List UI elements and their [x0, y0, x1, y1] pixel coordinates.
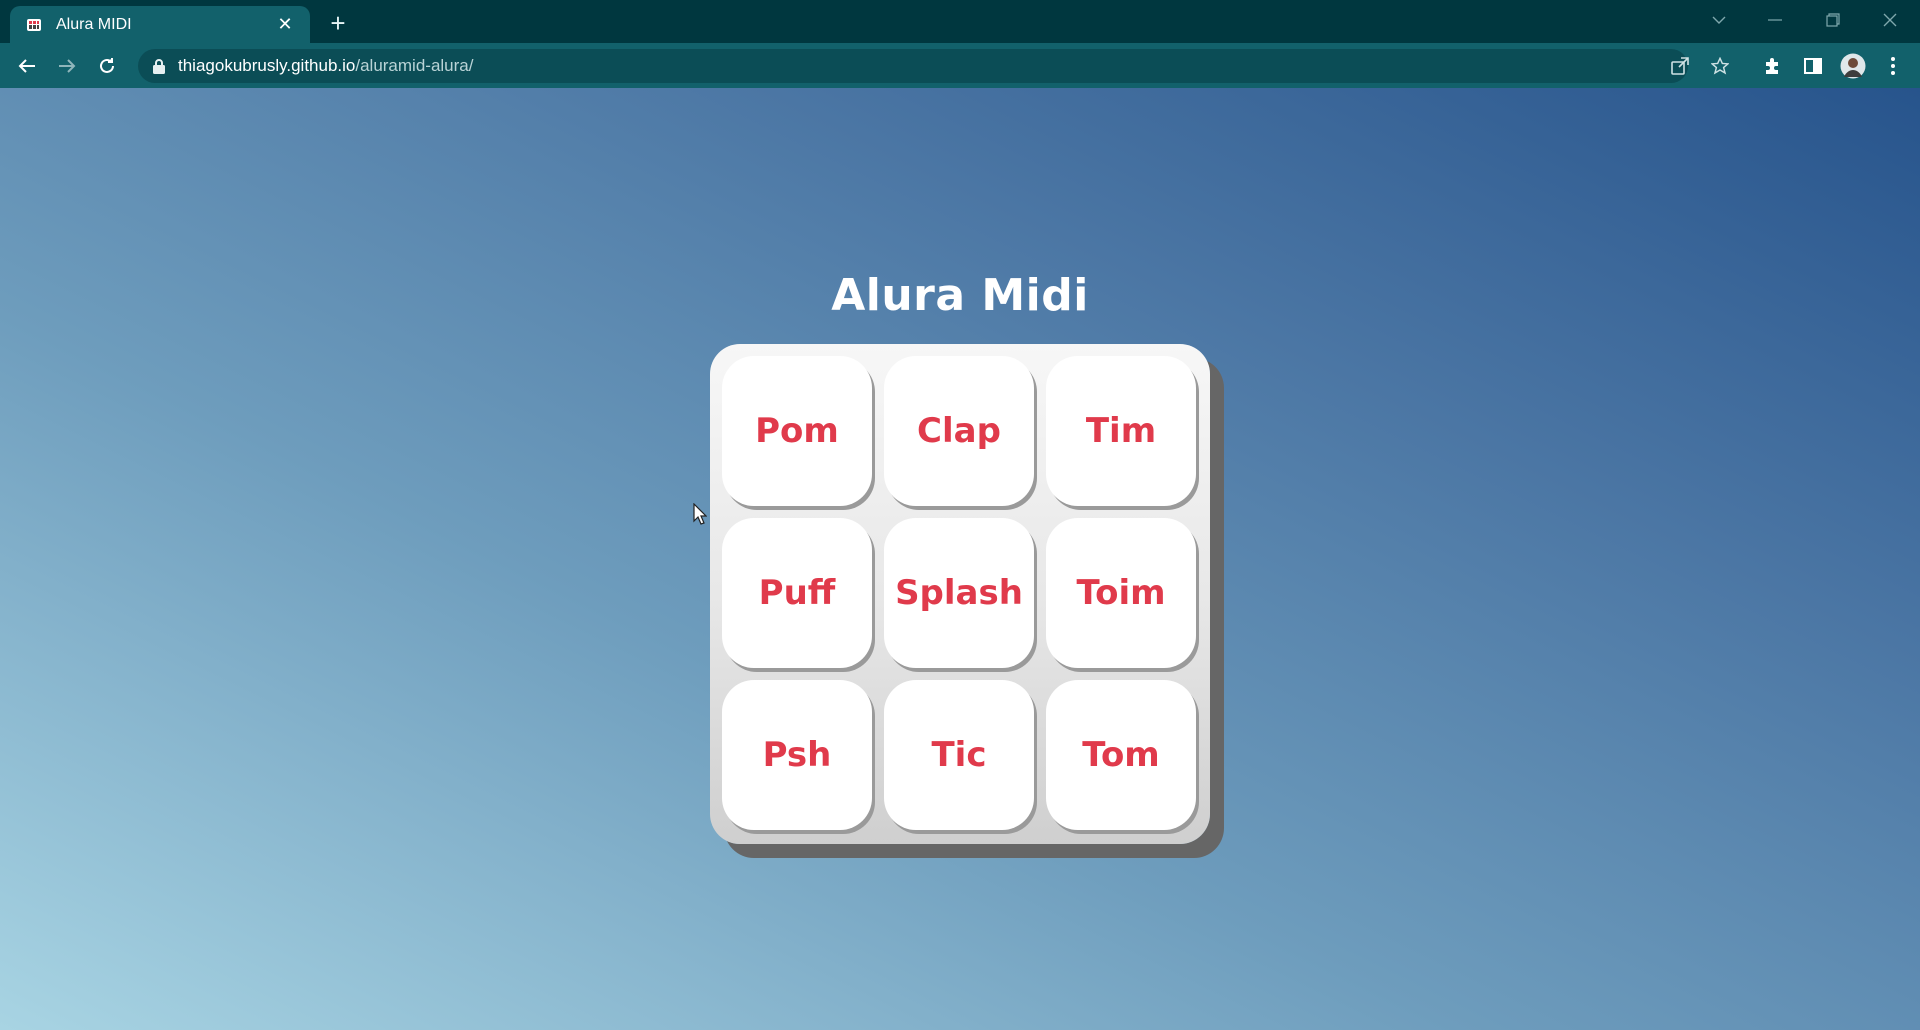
alura-midi-favicon-icon: [24, 15, 44, 35]
pad-pom-button[interactable]: Pom: [722, 356, 872, 506]
mouse-pointer-icon: [693, 503, 707, 525]
side-panel-icon[interactable]: [1800, 53, 1826, 79]
bookmark-star-icon[interactable]: [1708, 54, 1732, 78]
url-text[interactable]: thiagokubrusly.github.io/aluramid-alura/: [178, 49, 473, 83]
extensions-puzzle-icon[interactable]: [1760, 53, 1786, 79]
url-host: thiagokubrusly.github.io: [178, 56, 356, 75]
pad-toim-button[interactable]: Toim: [1046, 518, 1196, 668]
pad-tim-button[interactable]: Tim: [1046, 356, 1196, 506]
forward-arrow-icon[interactable]: [52, 51, 82, 81]
url-path: /aluramid-alura/: [355, 56, 474, 75]
share-icon[interactable]: [1668, 54, 1692, 78]
tab-search-chevron-icon[interactable]: [1696, 0, 1742, 40]
tab-close-icon[interactable]: ✕: [274, 14, 296, 36]
pad-splash-button[interactable]: Splash: [884, 518, 1034, 668]
page-background: Alura Midi Pom Clap Tim Puff Splash Toim…: [0, 88, 1920, 1030]
browser-tab[interactable]: Alura MIDI ✕: [10, 6, 310, 43]
close-window-icon[interactable]: [1867, 0, 1913, 40]
pad-clap-button[interactable]: Clap: [884, 356, 1034, 506]
pad-tom-button[interactable]: Tom: [1046, 680, 1196, 830]
lock-icon: [153, 59, 165, 74]
minimize-icon[interactable]: [1752, 0, 1798, 40]
restore-icon[interactable]: [1810, 0, 1856, 40]
page-title: Alura Midi: [831, 270, 1089, 321]
pad-puff-button[interactable]: Puff: [722, 518, 872, 668]
back-arrow-icon[interactable]: [12, 51, 42, 81]
browser-toolbar: thiagokubrusly.github.io/aluramid-alura/: [0, 43, 1920, 88]
new-tab-button[interactable]: +: [324, 9, 352, 37]
pad-tic-button[interactable]: Tic: [884, 680, 1034, 830]
pad-psh-button[interactable]: Psh: [722, 680, 872, 830]
browser-titlebar: Alura MIDI ✕ +: [0, 0, 1920, 43]
keypad: Pom Clap Tim Puff Splash Toim Psh Tic To…: [710, 344, 1210, 844]
more-menu-icon[interactable]: [1880, 53, 1906, 79]
profile-avatar[interactable]: [1840, 53, 1866, 79]
tab-title: Alura MIDI: [56, 15, 132, 33]
reload-icon[interactable]: [92, 51, 122, 81]
address-bar[interactable]: thiagokubrusly.github.io/aluramid-alura/: [138, 49, 1729, 83]
